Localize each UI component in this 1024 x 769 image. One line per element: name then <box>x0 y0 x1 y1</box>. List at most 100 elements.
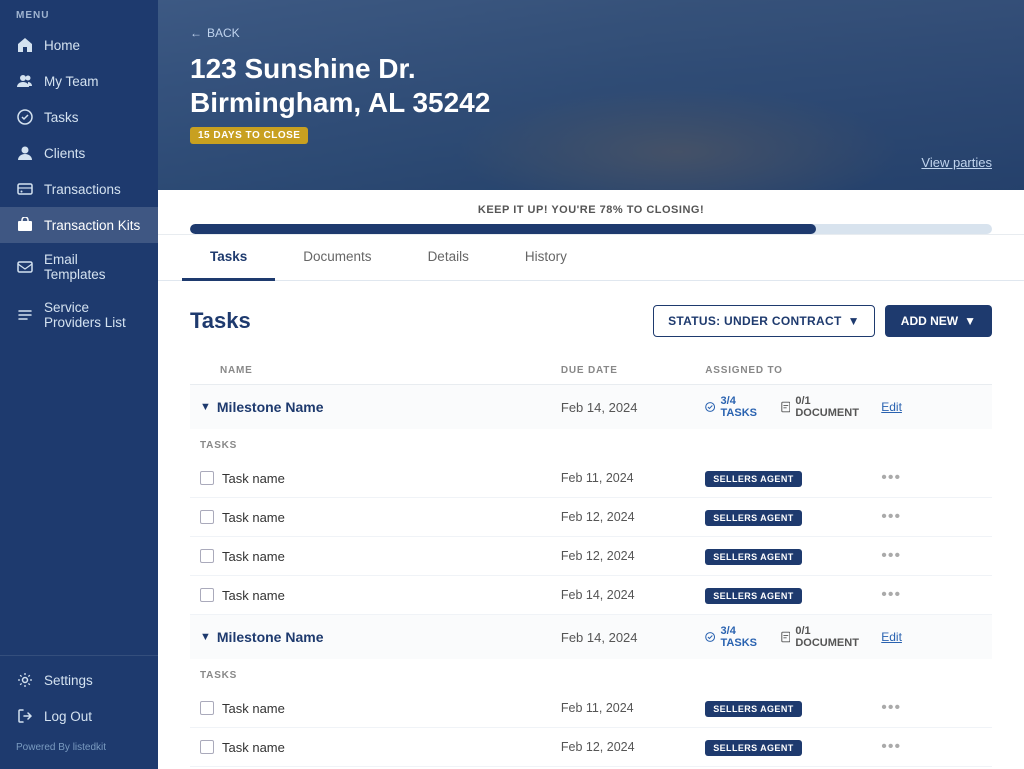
milestone-edit-link[interactable]: Edit <box>881 400 902 414</box>
status-button[interactable]: STATUS: UNDER CONTRACT ▼ <box>653 305 875 337</box>
sidebar-item-settings[interactable]: Settings <box>0 662 158 698</box>
sellers-agent-badge: SELLERS AGENT <box>705 510 801 526</box>
sidebar-item-tasks[interactable]: Tasks <box>0 99 158 135</box>
task-checkbox[interactable] <box>200 701 214 715</box>
sellers-agent-badge: SELLERS AGENT <box>705 701 801 717</box>
task-checkbox[interactable] <box>200 588 214 602</box>
sidebar-item-email-templates[interactable]: Email Templates <box>0 243 158 291</box>
task-more-button[interactable]: ••• <box>881 699 901 716</box>
tasks-sublabel: TASKS <box>200 670 237 681</box>
task-checkbox[interactable] <box>200 549 214 563</box>
milestone-tasks-badge: 3/4 TASKS <box>705 625 760 649</box>
col-header-due: DUE DATE <box>551 357 695 385</box>
task-more-button[interactable]: ••• <box>881 547 901 564</box>
team-icon <box>16 72 34 90</box>
home-icon <box>16 36 34 54</box>
sidebar-item-logout[interactable]: Log Out <box>0 698 158 734</box>
task-assigned-cell: SELLERS AGENT <box>695 537 871 576</box>
task-more-button[interactable]: ••• <box>881 508 901 525</box>
content-area: Tasks STATUS: UNDER CONTRACT ▼ ADD NEW ▼… <box>158 281 1024 769</box>
add-new-button[interactable]: ADD NEW ▼ <box>885 305 992 337</box>
sellers-agent-badge: SELLERS AGENT <box>705 740 801 756</box>
back-link[interactable]: ← BACK <box>190 26 240 40</box>
task-name-text: Task name <box>222 740 285 755</box>
table-row: Task name Feb 12, 2024 SELLERS AGENT ••• <box>190 498 992 537</box>
sidebar-item-transaction-kits[interactable]: Transaction Kits <box>0 207 158 243</box>
task-name-text: Task name <box>222 701 285 716</box>
task-name-cell: Task name <box>190 498 551 537</box>
logout-icon <box>16 707 34 725</box>
tab-documents[interactable]: Documents <box>275 235 399 281</box>
task-more-cell: ••• <box>871 459 992 498</box>
tab-history[interactable]: History <box>497 235 595 281</box>
task-name-text: Task name <box>222 471 285 486</box>
progress-bar-fill <box>190 224 816 234</box>
milestone-edit-cell: Edit <box>871 385 992 430</box>
list-icon <box>16 306 34 324</box>
task-assigned-cell: SELLERS AGENT <box>695 728 871 767</box>
sidebar-item-service-providers[interactable]: Service Providers List <box>0 291 158 339</box>
sidebar-item-home[interactable]: Home <box>0 27 158 63</box>
task-more-cell: ••• <box>871 576 992 615</box>
milestone-name-cell: ▼ Milestone Name <box>190 385 551 430</box>
task-more-cell: ••• <box>871 689 992 728</box>
kits-icon <box>16 216 34 234</box>
task-assigned-cell: SELLERS AGENT <box>695 459 871 498</box>
milestone-due-date: Feb 14, 2024 <box>551 385 695 430</box>
col-header-assigned: ASSIGNED TO <box>695 357 871 385</box>
table-header-row: NAME DUE DATE ASSIGNED TO <box>190 357 992 385</box>
task-due-date: Feb 11, 2024 <box>551 459 695 498</box>
milestone-meta-cell: 3/4 TASKS 0/1 DOCUMENT <box>695 385 871 430</box>
transactions-icon <box>16 180 34 198</box>
tab-tasks[interactable]: Tasks <box>182 235 275 281</box>
milestone-edit-cell: Edit <box>871 615 992 660</box>
task-name-content: Task name <box>200 701 541 716</box>
sellers-agent-badge: SELLERS AGENT <box>705 471 801 487</box>
task-checkbox[interactable] <box>200 510 214 524</box>
task-more-cell: ••• <box>871 728 992 767</box>
task-due-date: Feb 14, 2024 <box>551 576 695 615</box>
days-to-close-badge: 15 DAYS TO CLOSE <box>190 127 308 144</box>
check-circle-icon <box>705 400 715 414</box>
milestone-name: ▼ Milestone Name <box>200 629 541 645</box>
tasks-subheader-row: TASKS <box>190 429 992 459</box>
task-more-cell: ••• <box>871 498 992 537</box>
task-name-content: Task name <box>200 471 541 486</box>
milestone-row: ▼ Milestone Name Feb 14, 2024 3/4 TASKS <box>190 615 992 660</box>
tasks-actions: STATUS: UNDER CONTRACT ▼ ADD NEW ▼ <box>653 305 992 337</box>
chevron-down-icon-add: ▼ <box>964 314 976 328</box>
task-name-text: Task name <box>222 588 285 603</box>
sellers-agent-badge: SELLERS AGENT <box>705 588 801 604</box>
task-more-button[interactable]: ••• <box>881 586 901 603</box>
milestone-meta-cell: 3/4 TASKS 0/1 DOCUMENT <box>695 615 871 660</box>
document-icon <box>781 400 791 414</box>
progress-bar-background <box>190 224 992 234</box>
progress-label: KEEP IT UP! YOU'RE 78% TO CLOSING! <box>190 204 992 216</box>
milestone-doc-badge: 0/1 DOCUMENT <box>781 625 862 649</box>
milestone-meta: 3/4 TASKS 0/1 DOCUMENT <box>705 395 861 419</box>
property-address: 123 Sunshine Dr. Birmingham, AL 35242 <box>190 52 992 119</box>
sidebar-item-transactions[interactable]: Transactions <box>0 171 158 207</box>
task-checkbox[interactable] <box>200 471 214 485</box>
task-name-text: Task name <box>222 549 285 564</box>
task-more-cell: ••• <box>871 537 992 576</box>
menu-label: MENU <box>0 0 158 27</box>
milestone-edit-link[interactable]: Edit <box>881 630 902 644</box>
collapse-icon[interactable]: ▼ <box>200 631 211 643</box>
task-assigned-cell: SELLERS AGENT <box>695 576 871 615</box>
table-row: Task name Feb 11, 2024 SELLERS AGENT ••• <box>190 459 992 498</box>
tab-details[interactable]: Details <box>400 235 497 281</box>
task-more-button[interactable]: ••• <box>881 469 901 486</box>
task-name-cell: Task name <box>190 576 551 615</box>
task-checkbox[interactable] <box>200 740 214 754</box>
task-more-button[interactable]: ••• <box>881 738 901 755</box>
sidebar-item-my-team[interactable]: My Team <box>0 63 158 99</box>
table-row: Task name Feb 14, 2024 SELLERS AGENT ••• <box>190 576 992 615</box>
table-row: Task name Feb 12, 2024 SELLERS AGENT ••• <box>190 728 992 767</box>
task-assigned-cell: SELLERS AGENT <box>695 689 871 728</box>
tab-bar: Tasks Documents Details History <box>158 235 1024 281</box>
tasks-subheader-cell: TASKS <box>190 429 992 459</box>
sidebar-item-clients[interactable]: Clients <box>0 135 158 171</box>
collapse-icon[interactable]: ▼ <box>200 401 211 413</box>
document-icon <box>781 630 791 644</box>
